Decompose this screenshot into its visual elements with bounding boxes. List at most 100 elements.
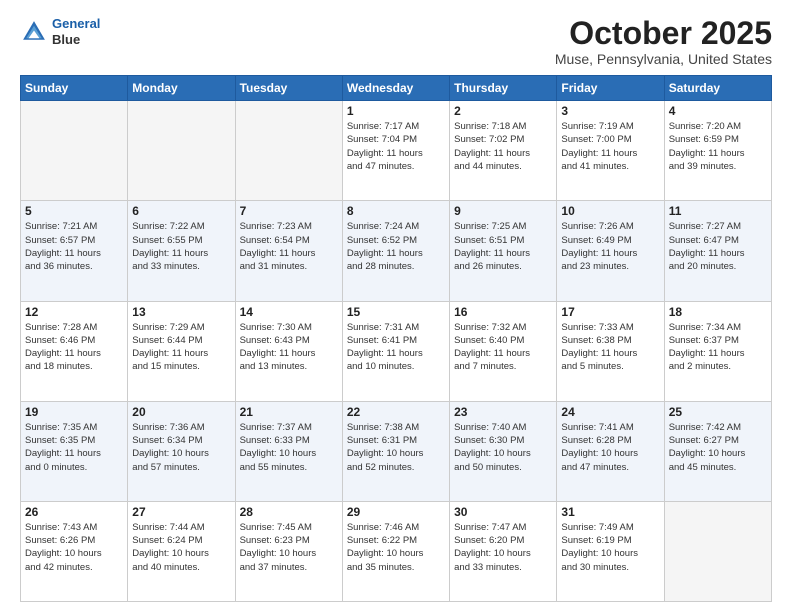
calendar-day-cell [21, 101, 128, 201]
day-info: Sunrise: 7:28 AM Sunset: 6:46 PM Dayligh… [25, 321, 123, 374]
day-number: 6 [132, 204, 230, 218]
day-info: Sunrise: 7:47 AM Sunset: 6:20 PM Dayligh… [454, 521, 552, 574]
day-info: Sunrise: 7:30 AM Sunset: 6:43 PM Dayligh… [240, 321, 338, 374]
calendar-week-row: 5Sunrise: 7:21 AM Sunset: 6:57 PM Daylig… [21, 201, 772, 301]
calendar-day-cell: 14 Sunrise: 7:30 AM Sunset: 6:43 PM Dayli… [235, 301, 342, 401]
day-number: 5 [25, 204, 123, 218]
calendar-day-cell: 29Sunrise: 7:46 AM Sunset: 6:22 PM Dayli… [342, 501, 449, 601]
calendar-week-row: 1Sunrise: 7:17 AM Sunset: 7:04 PM Daylig… [21, 101, 772, 201]
calendar-day-header: Tuesday [235, 76, 342, 101]
day-info: Sunrise: 7:42 AM Sunset: 6:27 PM Dayligh… [669, 421, 767, 474]
calendar-day-cell: 21 Sunrise: 7:37 AM Sunset: 6:33 PM Dayli… [235, 401, 342, 501]
day-number: 20 [132, 405, 230, 419]
calendar-day-cell: 16Sunrise: 7:32 AM Sunset: 6:40 PM Dayli… [450, 301, 557, 401]
calendar-day-cell: 19Sunrise: 7:35 AM Sunset: 6:35 PM Dayli… [21, 401, 128, 501]
day-info: Sunrise: 7:31 AM Sunset: 6:41 PM Dayligh… [347, 321, 445, 374]
day-number: 12 [25, 305, 123, 319]
month-title: October 2025 [555, 16, 772, 51]
logo: General Blue [20, 16, 100, 47]
calendar-day-header: Sunday [21, 76, 128, 101]
calendar-day-header: Monday [128, 76, 235, 101]
calendar-day-cell: 11 Sunrise: 7:27 AM Sunset: 6:47 PM Dayli… [664, 201, 771, 301]
calendar-day-cell: 23Sunrise: 7:40 AM Sunset: 6:30 PM Dayli… [450, 401, 557, 501]
day-info: Sunrise: 7:36 AM Sunset: 6:34 PM Dayligh… [132, 421, 230, 474]
calendar-day-cell: 30 Sunrise: 7:47 AM Sunset: 6:20 PM Dayli… [450, 501, 557, 601]
day-number: 13 [132, 305, 230, 319]
day-info: Sunrise: 7:49 AM Sunset: 6:19 PM Dayligh… [561, 521, 659, 574]
calendar-day-cell [128, 101, 235, 201]
day-info: Sunrise: 7:29 AM Sunset: 6:44 PM Dayligh… [132, 321, 230, 374]
calendar-table: SundayMondayTuesdayWednesdayThursdayFrid… [20, 75, 772, 602]
calendar-day-cell: 20 Sunrise: 7:36 AM Sunset: 6:34 PM Dayli… [128, 401, 235, 501]
day-info: Sunrise: 7:44 AM Sunset: 6:24 PM Dayligh… [132, 521, 230, 574]
day-number: 27 [132, 505, 230, 519]
day-number: 14 [240, 305, 338, 319]
calendar-day-cell: 3 Sunrise: 7:19 AM Sunset: 7:00 PM Daylig… [557, 101, 664, 201]
calendar-day-cell: 8Sunrise: 7:24 AM Sunset: 6:52 PM Daylig… [342, 201, 449, 301]
day-number: 11 [669, 204, 767, 218]
day-number: 16 [454, 305, 552, 319]
day-number: 18 [669, 305, 767, 319]
calendar-day-cell: 9Sunrise: 7:25 AM Sunset: 6:51 PM Daylig… [450, 201, 557, 301]
day-info: Sunrise: 7:17 AM Sunset: 7:04 PM Dayligh… [347, 120, 445, 173]
calendar-day-cell: 15 Sunrise: 7:31 AM Sunset: 6:41 PM Dayli… [342, 301, 449, 401]
calendar-day-cell: 7Sunrise: 7:23 AM Sunset: 6:54 PM Daylig… [235, 201, 342, 301]
day-number: 15 [347, 305, 445, 319]
day-number: 10 [561, 204, 659, 218]
calendar-day-cell: 26 Sunrise: 7:43 AM Sunset: 6:26 PM Dayli… [21, 501, 128, 601]
day-info: Sunrise: 7:23 AM Sunset: 6:54 PM Dayligh… [240, 220, 338, 273]
calendar-day-cell [664, 501, 771, 601]
calendar-day-cell: 5Sunrise: 7:21 AM Sunset: 6:57 PM Daylig… [21, 201, 128, 301]
calendar-day-cell: 12 Sunrise: 7:28 AM Sunset: 6:46 PM Dayli… [21, 301, 128, 401]
day-number: 21 [240, 405, 338, 419]
day-info: Sunrise: 7:20 AM Sunset: 6:59 PM Dayligh… [669, 120, 767, 173]
day-info: Sunrise: 7:40 AM Sunset: 6:30 PM Dayligh… [454, 421, 552, 474]
logo-line1: General [52, 16, 100, 31]
day-number: 4 [669, 104, 767, 118]
day-number: 24 [561, 405, 659, 419]
day-info: Sunrise: 7:33 AM Sunset: 6:38 PM Dayligh… [561, 321, 659, 374]
calendar-week-row: 26 Sunrise: 7:43 AM Sunset: 6:26 PM Dayli… [21, 501, 772, 601]
calendar-header-row: SundayMondayTuesdayWednesdayThursdayFrid… [21, 76, 772, 101]
day-number: 22 [347, 405, 445, 419]
day-number: 3 [561, 104, 659, 118]
calendar-day-cell: 6 Sunrise: 7:22 AM Sunset: 6:55 PM Daylig… [128, 201, 235, 301]
day-number: 31 [561, 505, 659, 519]
day-info: Sunrise: 7:38 AM Sunset: 6:31 PM Dayligh… [347, 421, 445, 474]
calendar-week-row: 19Sunrise: 7:35 AM Sunset: 6:35 PM Dayli… [21, 401, 772, 501]
day-number: 2 [454, 104, 552, 118]
calendar-day-header: Friday [557, 76, 664, 101]
day-info: Sunrise: 7:25 AM Sunset: 6:51 PM Dayligh… [454, 220, 552, 273]
calendar-day-cell: 28 Sunrise: 7:45 AM Sunset: 6:23 PM Dayli… [235, 501, 342, 601]
day-info: Sunrise: 7:19 AM Sunset: 7:00 PM Dayligh… [561, 120, 659, 173]
location: Muse, Pennsylvania, United States [555, 51, 772, 67]
calendar-day-cell: 4 Sunrise: 7:20 AM Sunset: 6:59 PM Daylig… [664, 101, 771, 201]
day-info: Sunrise: 7:22 AM Sunset: 6:55 PM Dayligh… [132, 220, 230, 273]
calendar-day-cell: 18 Sunrise: 7:34 AM Sunset: 6:37 PM Dayli… [664, 301, 771, 401]
day-info: Sunrise: 7:43 AM Sunset: 6:26 PM Dayligh… [25, 521, 123, 574]
title-block: October 2025 Muse, Pennsylvania, United … [555, 16, 772, 67]
calendar-day-cell: 13 Sunrise: 7:29 AM Sunset: 6:44 PM Dayli… [128, 301, 235, 401]
day-info: Sunrise: 7:27 AM Sunset: 6:47 PM Dayligh… [669, 220, 767, 273]
calendar-day-cell [235, 101, 342, 201]
day-info: Sunrise: 7:18 AM Sunset: 7:02 PM Dayligh… [454, 120, 552, 173]
day-number: 28 [240, 505, 338, 519]
calendar-day-header: Saturday [664, 76, 771, 101]
day-info: Sunrise: 7:37 AM Sunset: 6:33 PM Dayligh… [240, 421, 338, 474]
day-info: Sunrise: 7:45 AM Sunset: 6:23 PM Dayligh… [240, 521, 338, 574]
day-info: Sunrise: 7:34 AM Sunset: 6:37 PM Dayligh… [669, 321, 767, 374]
calendar-day-cell: 2 Sunrise: 7:18 AM Sunset: 7:02 PM Daylig… [450, 101, 557, 201]
page: General Blue October 2025 Muse, Pennsylv… [0, 0, 792, 612]
calendar-day-cell: 22 Sunrise: 7:38 AM Sunset: 6:31 PM Dayli… [342, 401, 449, 501]
calendar-day-cell: 25Sunrise: 7:42 AM Sunset: 6:27 PM Dayli… [664, 401, 771, 501]
day-number: 17 [561, 305, 659, 319]
day-number: 19 [25, 405, 123, 419]
calendar-day-header: Thursday [450, 76, 557, 101]
calendar-day-cell: 1Sunrise: 7:17 AM Sunset: 7:04 PM Daylig… [342, 101, 449, 201]
day-number: 26 [25, 505, 123, 519]
logo-icon [20, 18, 48, 46]
day-info: Sunrise: 7:26 AM Sunset: 6:49 PM Dayligh… [561, 220, 659, 273]
header: General Blue October 2025 Muse, Pennsylv… [20, 16, 772, 67]
day-number: 30 [454, 505, 552, 519]
day-info: Sunrise: 7:24 AM Sunset: 6:52 PM Dayligh… [347, 220, 445, 273]
